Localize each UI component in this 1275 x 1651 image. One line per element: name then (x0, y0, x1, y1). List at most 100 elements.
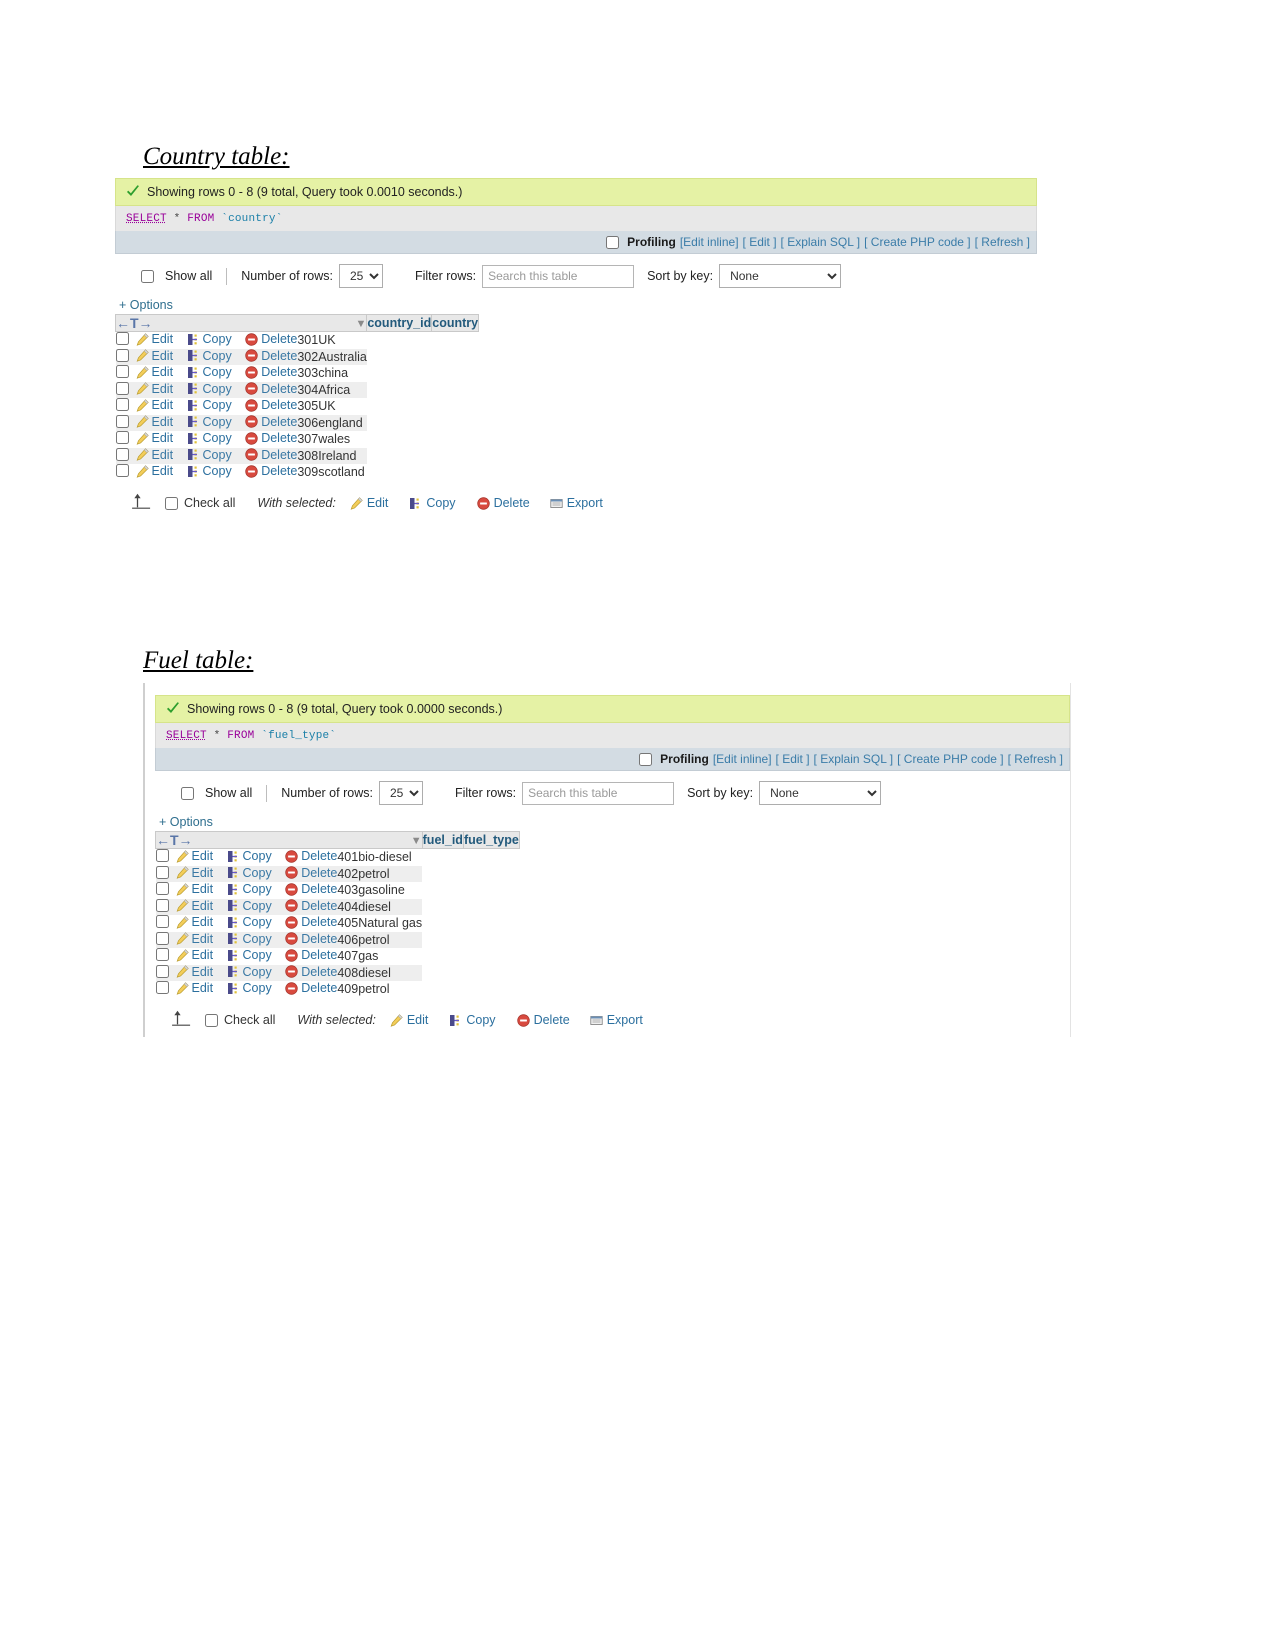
row-checkbox[interactable] (115, 447, 129, 461)
copy-label[interactable]: Copy (203, 382, 232, 396)
delete-action[interactable]: Delete (285, 965, 337, 979)
edit-inline-link[interactable]: [Edit inline] (680, 235, 739, 249)
delete-action[interactable]: Delete (245, 398, 297, 412)
footer-edit-action[interactable]: Edit (390, 1013, 430, 1027)
delete-label[interactable]: Delete (301, 948, 337, 962)
edit-action[interactable]: Edit (176, 915, 215, 929)
edit-label[interactable]: Edit (152, 349, 174, 363)
delete-label[interactable]: Delete (261, 365, 297, 379)
column-header-country[interactable]: country (431, 314, 480, 332)
copy-action[interactable]: Copy (187, 415, 233, 429)
row-checkbox-cell[interactable] (115, 447, 136, 464)
profiling-checkbox[interactable] (606, 235, 620, 249)
row-checkbox[interactable] (155, 915, 169, 929)
copy-action[interactable]: Copy (187, 332, 233, 346)
delete-action[interactable]: Delete (285, 882, 337, 896)
delete-label[interactable]: Delete (301, 866, 337, 880)
country-options-toggle[interactable]: + Options (115, 296, 1037, 314)
row-checkbox[interactable] (115, 398, 129, 412)
row-checkbox-cell[interactable] (155, 964, 176, 981)
edit-label[interactable]: Edit (192, 981, 214, 995)
copy-action[interactable]: Copy (227, 882, 273, 896)
edit-link[interactable]: [ Edit ] (776, 752, 810, 766)
delete-label[interactable]: Delete (301, 899, 337, 913)
row-checkbox-cell[interactable] (115, 331, 136, 349)
row-checkbox-cell[interactable] (155, 948, 176, 965)
delete-action[interactable]: Delete (245, 349, 297, 363)
row-checkbox[interactable] (155, 981, 169, 995)
row-checkbox-cell[interactable] (155, 915, 176, 932)
delete-label[interactable]: Delete (301, 882, 337, 896)
edit-label[interactable]: Edit (192, 866, 214, 880)
delete-label[interactable]: Delete (261, 464, 297, 478)
sort-arrows-cell[interactable]: ←T→ ▼ (155, 831, 423, 849)
edit-action[interactable]: Edit (136, 382, 175, 396)
delete-label[interactable]: Delete (261, 431, 297, 445)
create-php-code-link[interactable]: [ Create PHP code ] (897, 752, 1004, 766)
row-checkbox[interactable] (155, 964, 169, 978)
edit-action[interactable]: Edit (176, 849, 215, 863)
delete-label[interactable]: Delete (261, 382, 297, 396)
edit-label[interactable]: Edit (152, 398, 174, 412)
footer-delete-action[interactable]: Delete (516, 1013, 570, 1027)
delete-action[interactable]: Delete (285, 866, 337, 880)
footer-copy-action[interactable]: Copy (409, 496, 456, 510)
edit-action[interactable]: Edit (136, 415, 175, 429)
copy-label[interactable]: Copy (203, 365, 232, 379)
footer-export-label[interactable]: Export (607, 1013, 643, 1027)
edit-label[interactable]: Edit (152, 448, 174, 462)
sort-arrows-cell[interactable]: ←T→ ▼ (114, 314, 368, 332)
edit-link[interactable]: [ Edit ] (743, 235, 777, 249)
edit-action[interactable]: Edit (136, 365, 175, 379)
copy-label[interactable]: Copy (243, 899, 272, 913)
copy-action[interactable]: Copy (187, 365, 233, 379)
copy-action[interactable]: Copy (227, 965, 273, 979)
footer-delete-label[interactable]: Delete (494, 496, 530, 510)
fuel-sql-query[interactable]: SELECT * FROM `fuel_type` (155, 723, 1070, 748)
explain-sql-link[interactable]: [ Explain SQL ] (781, 235, 861, 249)
copy-label[interactable]: Copy (243, 932, 272, 946)
edit-action[interactable]: Edit (176, 981, 215, 995)
refresh-link[interactable]: [ Refresh ] (975, 235, 1030, 249)
row-checkbox-cell[interactable] (115, 414, 136, 431)
column-header-country-id[interactable]: country_id (366, 314, 433, 332)
copy-action[interactable]: Copy (187, 382, 233, 396)
column-header-fuel-type[interactable]: fuel_type (462, 831, 520, 849)
show-all-checkbox[interactable] (141, 269, 154, 283)
delete-label[interactable]: Delete (261, 332, 297, 346)
delete-action[interactable]: Delete (285, 948, 337, 962)
row-checkbox[interactable] (155, 849, 169, 863)
explain-sql-link[interactable]: [ Explain SQL ] (814, 752, 894, 766)
edit-label[interactable]: Edit (152, 382, 174, 396)
row-checkbox[interactable] (115, 381, 129, 395)
delete-label[interactable]: Delete (301, 981, 337, 995)
arrow-up-icon[interactable] (169, 1009, 195, 1030)
column-header-fuel-id[interactable]: fuel_id (421, 831, 464, 849)
copy-label[interactable]: Copy (243, 915, 272, 929)
copy-action[interactable]: Copy (187, 448, 233, 462)
show-all-checkbox[interactable] (181, 786, 194, 800)
delete-action[interactable]: Delete (245, 332, 297, 346)
row-checkbox-cell[interactable] (115, 398, 136, 415)
copy-action[interactable]: Copy (227, 948, 273, 962)
row-checkbox-cell[interactable] (115, 365, 136, 382)
edit-action[interactable]: Edit (176, 899, 215, 913)
edit-inline-link[interactable]: [Edit inline] (713, 752, 772, 766)
footer-export-action[interactable]: Export (550, 496, 604, 510)
row-checkbox[interactable] (155, 948, 169, 962)
footer-edit-label[interactable]: Edit (367, 496, 389, 510)
number-of-rows-select[interactable]: 25 (338, 264, 383, 288)
filter-rows-input[interactable] (522, 781, 675, 805)
row-checkbox-cell[interactable] (115, 348, 136, 365)
copy-action[interactable]: Copy (187, 398, 233, 412)
footer-copy-label[interactable]: Copy (426, 496, 455, 510)
copy-action[interactable]: Copy (227, 981, 273, 995)
delete-action[interactable]: Delete (285, 981, 337, 995)
chevron-down-icon[interactable]: ▼ (411, 835, 422, 847)
delete-label[interactable]: Delete (301, 965, 337, 979)
check-all-checkbox[interactable] (205, 1013, 218, 1027)
number-of-rows-select[interactable]: 25 (378, 781, 423, 805)
footer-edit-label[interactable]: Edit (407, 1013, 429, 1027)
copy-label[interactable]: Copy (203, 349, 232, 363)
copy-action[interactable]: Copy (227, 899, 273, 913)
